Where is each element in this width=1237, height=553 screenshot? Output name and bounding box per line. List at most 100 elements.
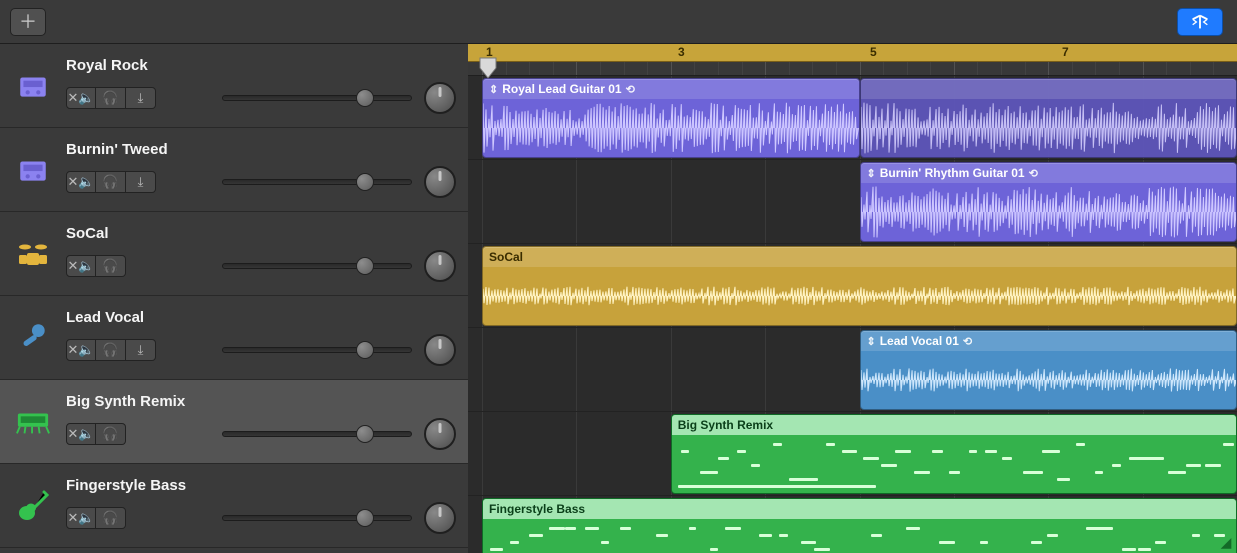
main: Royal Rock ✕🔈 🎧 ⤓ bbox=[0, 44, 1237, 553]
resize-handle-icon[interactable]: ◢ bbox=[1219, 535, 1233, 549]
track-name: Lead Vocal bbox=[66, 309, 144, 326]
region[interactable]: Fingerstyle Bass bbox=[482, 498, 1237, 553]
region-label: SoCal bbox=[489, 250, 523, 264]
region[interactable]: ⇕Royal Lead Guitar 01⟲ bbox=[482, 78, 860, 158]
headphones-icon: 🎧 bbox=[102, 510, 118, 526]
slider-thumb[interactable] bbox=[356, 173, 374, 191]
pan-knob[interactable] bbox=[424, 502, 456, 534]
volume-slider[interactable] bbox=[222, 259, 412, 273]
mute-button[interactable]: ✕🔈 bbox=[66, 255, 96, 277]
pan-knob[interactable] bbox=[424, 250, 456, 282]
region-body bbox=[483, 519, 1236, 553]
mute-icon: ✕🔈 bbox=[67, 510, 94, 526]
track-header-big-synth-remix[interactable]: Big Synth Remix ✕🔈 🎧 bbox=[0, 380, 468, 464]
bar-ruler[interactable]: 1 3 5 7 bbox=[468, 44, 1237, 62]
region-label: Big Synth Remix bbox=[678, 418, 773, 432]
track-header-royal-rock[interactable]: Royal Rock ✕🔈 🎧 ⤓ bbox=[0, 44, 468, 128]
input-icon: ⤓ bbox=[138, 90, 144, 106]
slider-thumb[interactable] bbox=[356, 509, 374, 527]
track-header-lead-vocal[interactable]: Lead Vocal ✕🔈 🎧 ⤓ bbox=[0, 296, 468, 380]
region-body bbox=[861, 351, 1237, 409]
track-header-socal[interactable]: SoCal ✕🔈 🎧 bbox=[0, 212, 468, 296]
mute-button[interactable]: ✕🔈 bbox=[66, 87, 96, 109]
region-header: ⇕Burnin' Rhythm Guitar 01⟲ bbox=[861, 163, 1237, 183]
mute-button[interactable]: ✕🔈 bbox=[66, 339, 96, 361]
track-name: Royal Rock bbox=[66, 57, 148, 74]
region-body bbox=[672, 435, 1236, 493]
mute-button[interactable]: ✕🔈 bbox=[66, 507, 96, 529]
mute-icon: ✕🔈 bbox=[67, 258, 94, 274]
mute-icon: ✕🔈 bbox=[67, 174, 94, 190]
mute-icon: ✕🔈 bbox=[67, 426, 94, 442]
region-body bbox=[483, 99, 859, 157]
volume-slider[interactable] bbox=[222, 343, 412, 357]
region-body bbox=[861, 99, 1237, 157]
input-monitor-button[interactable]: ⤓ bbox=[126, 87, 156, 109]
slider-thumb[interactable] bbox=[356, 257, 374, 275]
region[interactable]: ⇕Lead Vocal 01⟲ bbox=[860, 330, 1237, 410]
region-label: Lead Vocal 01 bbox=[880, 334, 959, 348]
volume-slider[interactable] bbox=[222, 175, 412, 189]
region-label: Burnin' Rhythm Guitar 01 bbox=[880, 166, 1025, 180]
pan-knob[interactable] bbox=[424, 82, 456, 114]
region[interactable]: SoCal bbox=[482, 246, 1237, 326]
input-monitor-button[interactable]: ⤓ bbox=[126, 171, 156, 193]
slider-thumb[interactable] bbox=[356, 425, 374, 443]
slider-thumb[interactable] bbox=[356, 89, 374, 107]
region-header: Big Synth Remix bbox=[672, 415, 1236, 435]
mute-button[interactable]: ✕🔈 bbox=[66, 171, 96, 193]
beat-ruler[interactable] bbox=[468, 62, 1237, 76]
headphones-icon: 🎧 bbox=[102, 426, 118, 442]
add-track-button[interactable]: ＋ bbox=[10, 8, 46, 36]
toolbar: ＋ bbox=[0, 0, 1237, 44]
lane[interactable]: SoCal bbox=[468, 244, 1237, 328]
lane[interactable]: Fingerstyle Bass bbox=[468, 496, 1237, 553]
input-icon: ⤓ bbox=[138, 342, 144, 358]
expand-icon: ⇕ bbox=[867, 335, 876, 348]
region[interactable]: Big Synth Remix bbox=[671, 414, 1237, 494]
bar-label: 7 bbox=[1062, 45, 1069, 59]
slider-thumb[interactable] bbox=[356, 341, 374, 359]
lane[interactable]: Big Synth Remix bbox=[468, 412, 1237, 496]
pan-knob[interactable] bbox=[424, 166, 456, 198]
lane[interactable]: ⇕Burnin' Rhythm Guitar 01⟲ bbox=[468, 160, 1237, 244]
region[interactable]: ⇕Burnin' Rhythm Guitar 01⟲ bbox=[860, 162, 1237, 242]
track-name: Big Synth Remix bbox=[66, 393, 185, 410]
solo-button[interactable]: 🎧 bbox=[96, 87, 126, 109]
solo-button[interactable]: 🎧 bbox=[96, 255, 126, 277]
guitar-icon bbox=[12, 485, 54, 527]
headphones-icon: 🎧 bbox=[102, 342, 118, 358]
loop-icon: ⟲ bbox=[626, 83, 635, 96]
pan-knob[interactable] bbox=[424, 334, 456, 366]
track-name: Fingerstyle Bass bbox=[66, 477, 186, 494]
expand-icon: ⇕ bbox=[489, 83, 498, 96]
catch-playhead-button[interactable] bbox=[1177, 8, 1223, 36]
region-header bbox=[861, 79, 1237, 99]
volume-slider[interactable] bbox=[222, 91, 412, 105]
timeline[interactable]: 1 3 5 7 ⇕Royal Lead Guitar 01⟲⇕Burnin' R… bbox=[468, 44, 1237, 553]
solo-button[interactable]: 🎧 bbox=[96, 339, 126, 361]
lanes: ⇕Royal Lead Guitar 01⟲⇕Burnin' Rhythm Gu… bbox=[468, 76, 1237, 553]
amp-icon bbox=[12, 65, 54, 107]
solo-button[interactable]: 🎧 bbox=[96, 507, 126, 529]
catch-playhead-icon bbox=[1189, 13, 1211, 31]
region[interactable] bbox=[860, 78, 1237, 158]
headphones-icon: 🎧 bbox=[102, 258, 118, 274]
mute-button[interactable]: ✕🔈 bbox=[66, 423, 96, 445]
region-header: SoCal bbox=[483, 247, 1236, 267]
keys-icon bbox=[12, 401, 54, 443]
input-icon: ⤓ bbox=[138, 174, 144, 190]
expand-icon: ⇕ bbox=[867, 167, 876, 180]
solo-button[interactable]: 🎧 bbox=[96, 171, 126, 193]
lane[interactable]: ⇕Lead Vocal 01⟲ bbox=[468, 328, 1237, 412]
region-body bbox=[861, 183, 1237, 241]
pan-knob[interactable] bbox=[424, 418, 456, 450]
input-monitor-button[interactable]: ⤓ bbox=[126, 339, 156, 361]
track-header-burnin-tweed[interactable]: Burnin' Tweed ✕🔈 🎧 ⤓ bbox=[0, 128, 468, 212]
volume-slider[interactable] bbox=[222, 427, 412, 441]
mute-icon: ✕🔈 bbox=[67, 90, 94, 106]
solo-button[interactable]: 🎧 bbox=[96, 423, 126, 445]
volume-slider[interactable] bbox=[222, 511, 412, 525]
lane[interactable]: ⇕Royal Lead Guitar 01⟲ bbox=[468, 76, 1237, 160]
track-header-fingerstyle-bass[interactable]: Fingerstyle Bass ✕🔈 🎧 bbox=[0, 464, 468, 548]
